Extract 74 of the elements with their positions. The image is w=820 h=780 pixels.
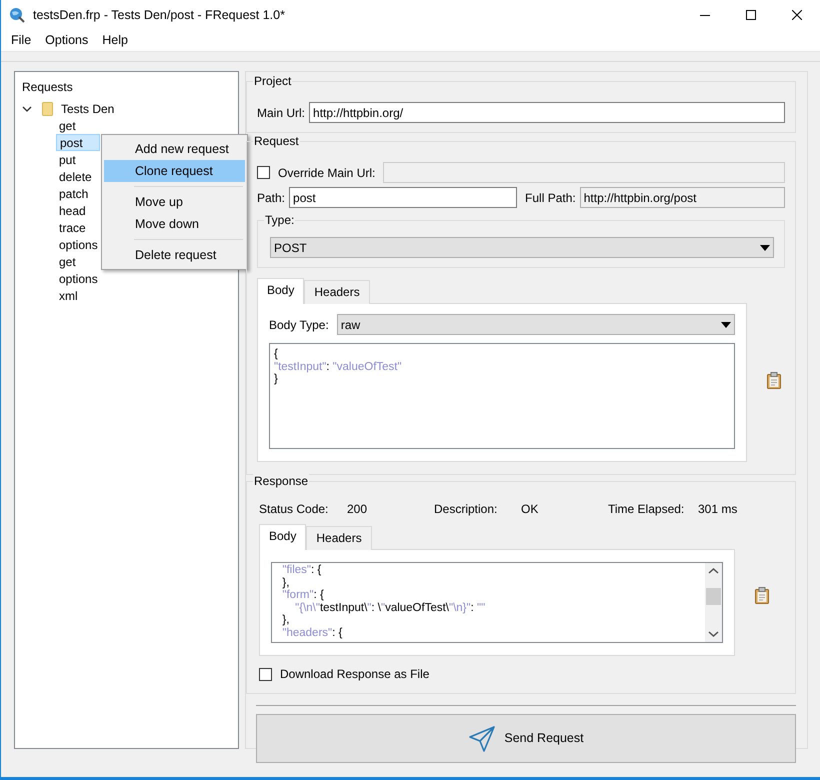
code-line: "headers": { [281, 626, 344, 639]
window-title: testsDen.frp - Tests Den/post - FRequest 1.0* [33, 6, 285, 24]
code-line: { [274, 348, 279, 360]
tab[interactable]: Headers [304, 280, 370, 304]
field-label: Time Elapsed: [608, 501, 686, 518]
tab[interactable]: Headers [306, 526, 372, 550]
dropdown-value: POST [274, 240, 307, 256]
tree-item[interactable]: get [56, 117, 100, 134]
url-field[interactable]: http://httpbin.org/ [309, 102, 785, 123]
clipboard-icon [767, 372, 781, 388]
clipboard-icon [755, 586, 769, 604]
code-line: "files": { [281, 564, 322, 576]
code-line: "form": { [281, 589, 325, 602]
menu-item[interactable]: Clone request [104, 160, 245, 182]
chevron-down-icon[interactable] [22, 104, 32, 114]
caret-down-icon [721, 322, 731, 328]
menu-item[interactable]: Options [39, 31, 94, 50]
code-line: }, [281, 576, 290, 589]
field-label: Main Url: [257, 104, 306, 122]
field-label: Status Code: [259, 501, 330, 518]
field-value: OK [521, 501, 540, 518]
tree-item[interactable]: xml [56, 287, 100, 304]
group-title: Request [253, 134, 300, 149]
close-icon[interactable] [792, 10, 802, 20]
scrollbar[interactable] [705, 563, 722, 642]
tree-folder-label[interactable]: Tests Den [61, 100, 114, 118]
app-globe-icon [9, 7, 25, 23]
tab[interactable]: Body [257, 278, 304, 304]
full-path-field[interactable]: http://httpbin.org/post [580, 187, 785, 208]
group-title: Project [253, 74, 292, 89]
tree-item[interactable]: options [56, 236, 101, 253]
menu-item[interactable]: Delete request [104, 244, 245, 266]
menu-item[interactable]: File [5, 31, 38, 50]
menu-item[interactable]: Move up [104, 191, 245, 213]
checkbox-label: Download Response as File [280, 666, 430, 683]
tree-item[interactable]: head [56, 202, 100, 219]
code-line: } [274, 373, 279, 386]
tab[interactable]: Body [259, 524, 306, 550]
field-label: Description: [434, 501, 498, 518]
tree-item[interactable]: get [56, 253, 100, 270]
field-label: Path: [257, 190, 286, 206]
menu-item[interactable]: Move down [104, 213, 245, 235]
maximize-icon[interactable] [746, 10, 756, 20]
tree-item[interactable]: post [56, 134, 100, 151]
code-line: "testInput": "valueOfTest" [274, 360, 403, 373]
url-field[interactable] [383, 162, 785, 183]
paper-plane-icon [468, 724, 496, 752]
dropdown-value: raw [340, 316, 360, 334]
send-request-button[interactable]: Send Request [256, 714, 796, 763]
menu-item[interactable]: Add new request [104, 138, 245, 160]
checkbox[interactable] [259, 668, 272, 680]
tree-item[interactable]: trace [56, 219, 100, 236]
caret-down-icon [760, 244, 770, 250]
field-label: Body Type: [269, 316, 329, 334]
dropdown[interactable]: POST [270, 237, 774, 258]
code-line: "{\n\"testInput\": \"valueOfTest\"\n}": "" [294, 602, 486, 614]
path-field[interactable]: post [289, 187, 518, 208]
field-label: Full Path: [525, 190, 576, 206]
field-value: 301 ms [698, 501, 738, 518]
tree-item[interactable]: delete [56, 168, 100, 185]
code-line: }, [281, 614, 290, 626]
group-title: Type: [264, 213, 296, 228]
tree-header: Requests [21, 79, 74, 96]
dropdown[interactable]: raw [336, 314, 735, 335]
tree-item[interactable]: options [56, 270, 101, 287]
checkbox[interactable] [257, 166, 270, 179]
menu-item[interactable]: Help [96, 31, 134, 50]
field-value: 200 [347, 501, 368, 518]
group-title: Response [253, 474, 310, 489]
tree-item[interactable]: patch [56, 185, 100, 202]
folder-icon [42, 102, 53, 116]
code-editor[interactable]: { "testInput": "valueOfTest" } [269, 343, 735, 449]
checkbox-label: Override Main Url: [278, 164, 376, 182]
tree-item[interactable]: put [56, 151, 100, 168]
